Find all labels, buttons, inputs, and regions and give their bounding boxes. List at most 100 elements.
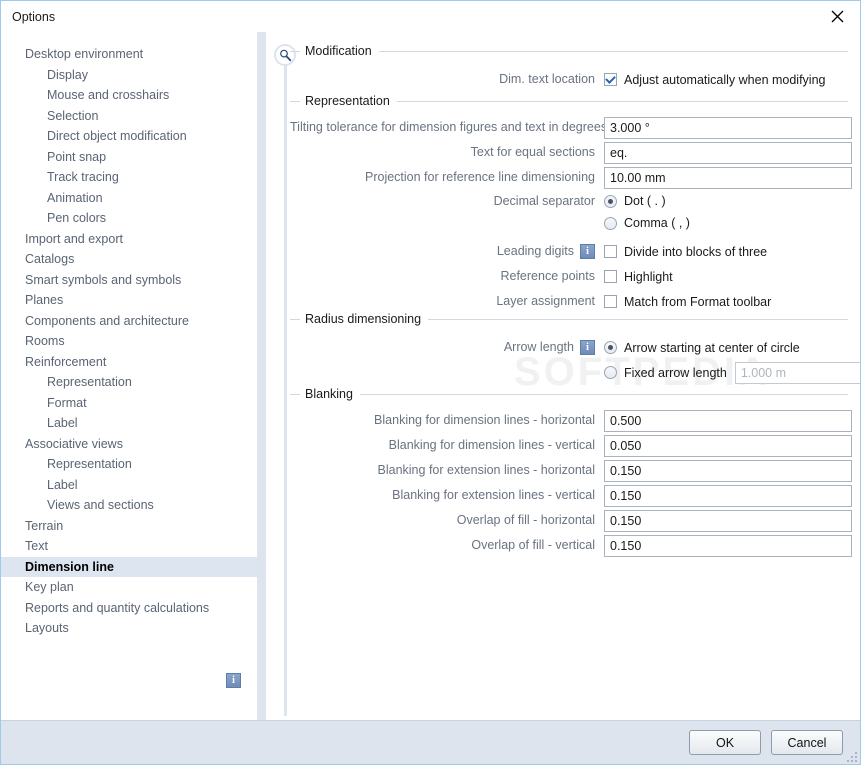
group-representation: Representation Tilting tolerance for dim…	[290, 94, 852, 314]
checkbox-label: Adjust automatically when modifying	[624, 72, 826, 87]
sidebar-item[interactable]: Key plan	[1, 577, 257, 598]
sidebar-item-label: Rooms	[25, 334, 65, 348]
equal-sections-input[interactable]	[604, 141, 852, 164]
sidebar-item[interactable]: Planes	[1, 290, 257, 311]
sidebar-item[interactable]: Label	[1, 475, 257, 496]
sidebar-item[interactable]: Point snap	[1, 147, 257, 168]
sidebar-item-label: Label	[47, 477, 78, 492]
label-leading-digits: Leading digits	[496, 244, 574, 258]
row-decimal-separator-comma: Comma ( , )	[290, 212, 848, 234]
sidebar-item-label: Views and sections	[47, 498, 154, 512]
sidebar-item-label: Selection	[47, 108, 99, 123]
radio-fixed-arrow[interactable]: Fixed arrow length	[604, 366, 727, 380]
title-bar: Options	[1, 1, 860, 32]
radio-arrow-center[interactable]: Arrow starting at center of circle	[604, 341, 800, 355]
radio-dot	[604, 341, 617, 354]
checkbox-adjust-automatically[interactable]: Adjust automatically when modifying	[604, 73, 826, 87]
sidebar-item[interactable]: Dimension line	[1, 556, 257, 577]
blanking-input[interactable]	[604, 434, 852, 457]
sidebar-item[interactable]: Views and sections	[1, 495, 257, 516]
sidebar-item[interactable]: Catalogs	[1, 249, 257, 270]
radio-label: Dot ( . )	[624, 194, 666, 208]
sidebar-item-label: Smart symbols and symbols	[25, 272, 182, 287]
row-projection: Projection for reference line dimensioni…	[290, 165, 852, 190]
row-fixed-arrow-length: Fixed arrow length	[290, 360, 860, 385]
sidebar-item[interactable]: Track tracing	[1, 167, 257, 188]
label-arrow-length: Arrow length	[503, 340, 574, 354]
checkbox-label: Highlight	[624, 269, 673, 284]
blanking-input[interactable]	[604, 459, 852, 482]
label-blanking: Blanking for extension lines - horizonta…	[377, 463, 595, 477]
group-header-blanking: Blanking	[290, 387, 848, 401]
sidebar-item-label: Pen colors	[47, 211, 107, 225]
sidebar-item-label: Point snap	[47, 149, 107, 164]
options-tree: Desktop environment Display Mouse and cros…	[1, 32, 257, 720]
sidebar-item[interactable]: Label	[1, 413, 257, 434]
sidebar-item[interactable]: Direct object modification	[1, 126, 257, 147]
sidebar-item[interactable]: Layouts	[1, 618, 257, 639]
panel-divider	[257, 32, 266, 720]
sidebar-item-label: Planes	[25, 293, 64, 307]
sidebar-item[interactable]: Pen colors	[1, 208, 257, 229]
label-equal-sections: Text for equal sections	[470, 145, 595, 159]
sidebar-item[interactable]: Smart symbols and symbols	[1, 270, 257, 291]
sidebar-item[interactable]: Reports and quantity calculations	[1, 598, 257, 619]
sidebar-item[interactable]: Display	[1, 65, 257, 86]
info-icon[interactable]: i	[580, 244, 595, 259]
sidebar-item[interactable]: Animation	[1, 188, 257, 209]
label-blanking: Overlap of fill - horizontal	[456, 513, 595, 527]
sidebar-info-button[interactable]: i	[226, 672, 241, 690]
group-radius-dimensioning: Radius dimensioning Arrow length i Arrow…	[290, 312, 860, 385]
sidebar-item[interactable]: Terrain	[1, 516, 257, 537]
projection-input[interactable]	[604, 166, 852, 189]
radio-decimal-comma[interactable]: Comma ( , )	[604, 216, 690, 230]
sidebar-item-label: Components and architecture	[25, 313, 189, 328]
sidebar-item[interactable]: Associative views	[1, 434, 257, 455]
sidebar-item-label: Desktop environment	[25, 47, 144, 61]
label-reference-points: Reference points	[500, 269, 595, 283]
blanking-input[interactable]	[604, 509, 852, 532]
sidebar-item-label: Layouts	[25, 621, 69, 635]
group-header-representation: Representation	[290, 94, 848, 108]
checkbox-divide-blocks[interactable]: Divide into blocks of three	[604, 245, 767, 259]
row-arrow-center: Arrow length i Arrow starting at center …	[290, 335, 848, 360]
row-layer-assignment: Layer assignment Match from Format toolb…	[290, 289, 848, 314]
radio-dot	[604, 194, 617, 208]
sidebar-item[interactable]: Desktop environment	[1, 44, 257, 65]
sidebar-item[interactable]: Format	[1, 393, 257, 414]
cancel-button[interactable]: Cancel	[771, 730, 843, 755]
checkbox-highlight[interactable]: Highlight	[604, 270, 673, 284]
sidebar-item[interactable]: Import and export	[1, 229, 257, 250]
close-icon	[831, 10, 844, 23]
radio-decimal-dot[interactable]: Dot ( . )	[604, 194, 666, 208]
sidebar-item[interactable]: Selection	[1, 106, 257, 127]
label-projection: Projection for reference line dimensioni…	[365, 170, 595, 184]
sidebar-item[interactable]: Representation	[1, 372, 257, 393]
checkbox-match-format[interactable]: Match from Format toolbar	[604, 295, 771, 309]
row-blanking: Blanking for dimension lines - vertical	[290, 433, 852, 458]
resize-grip[interactable]	[845, 750, 857, 762]
label-blanking: Blanking for extension lines - vertical	[392, 488, 595, 502]
sidebar-item[interactable]: Representation	[1, 454, 257, 475]
sidebar-item-label: Representation	[47, 375, 132, 389]
sidebar-item[interactable]: Reinforcement	[1, 352, 257, 373]
ok-button[interactable]: OK	[689, 730, 761, 755]
sidebar-item[interactable]: Rooms	[1, 331, 257, 352]
row-blanking: Blanking for extension lines - horizonta…	[290, 458, 852, 483]
row-tilting-tolerance: Tilting tolerance for dimension figures …	[290, 115, 852, 140]
row-blanking: Blanking for dimension lines - horizonta…	[290, 408, 852, 433]
group-title: Radius dimensioning	[305, 312, 422, 326]
group-title: Blanking	[305, 387, 353, 401]
blanking-input[interactable]	[604, 484, 852, 507]
blanking-input[interactable]	[604, 409, 852, 432]
close-button[interactable]	[815, 1, 860, 31]
checkbox-box	[604, 245, 617, 258]
tilting-tolerance-input[interactable]	[604, 116, 852, 139]
sidebar-item[interactable]: Text	[1, 536, 257, 557]
blanking-input[interactable]	[604, 534, 852, 557]
sidebar-item-label: Import and export	[25, 231, 123, 246]
info-icon[interactable]: i	[580, 340, 595, 355]
sidebar-item[interactable]: Components and architecture	[1, 311, 257, 332]
row-decimal-separator-dot: Decimal separator Dot ( . )	[290, 190, 848, 212]
sidebar-item[interactable]: Mouse and crosshairs	[1, 85, 257, 106]
